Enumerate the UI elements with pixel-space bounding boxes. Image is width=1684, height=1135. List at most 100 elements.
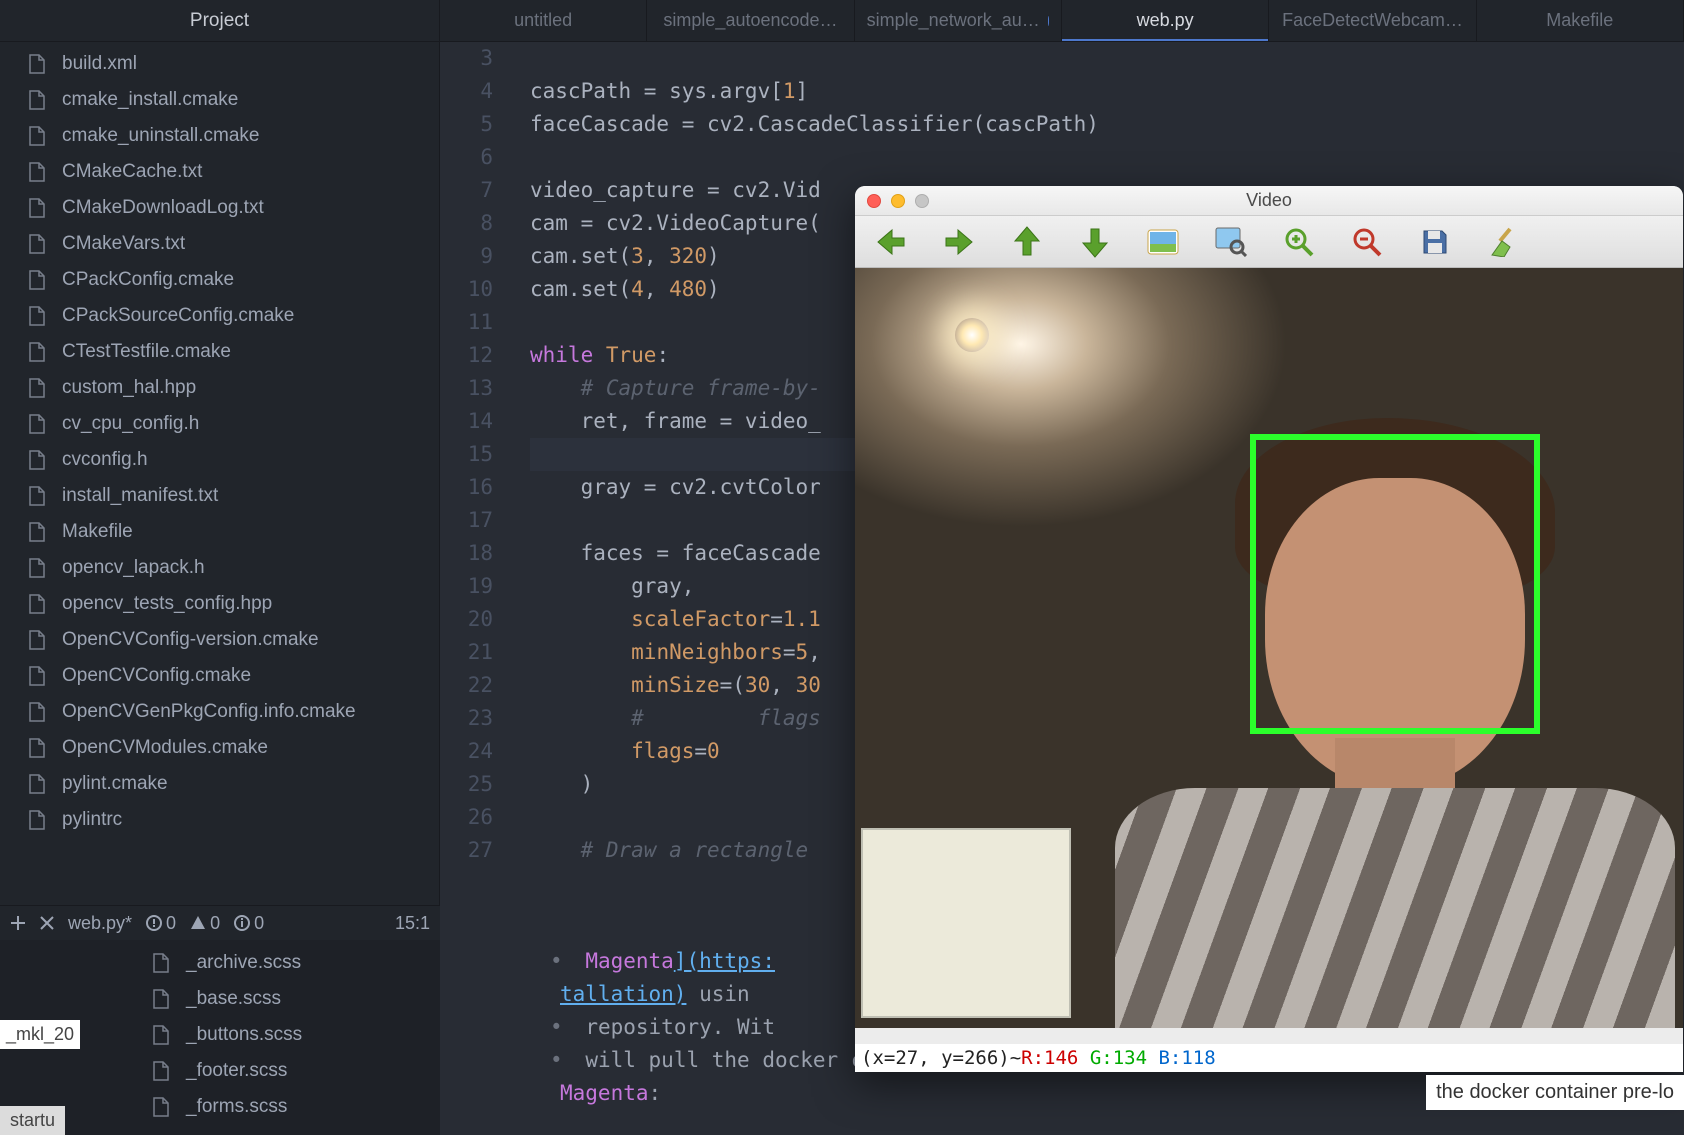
- file-tree-item[interactable]: OpenCVConfig-version.cmake: [0, 622, 439, 658]
- file-tree-item[interactable]: install_manifest.txt: [0, 478, 439, 514]
- file-icon: [26, 630, 48, 650]
- arrow-up-icon[interactable]: [1007, 222, 1047, 262]
- editor-tab[interactable]: FaceDetectWebcam…: [1269, 0, 1476, 41]
- editor-tab[interactable]: untitled: [440, 0, 647, 41]
- file-tree-item[interactable]: Makefile: [0, 514, 439, 550]
- line-number: 26: [440, 801, 493, 834]
- line-number: 16: [440, 471, 493, 504]
- file-tree-item[interactable]: opencv_lapack.h: [0, 550, 439, 586]
- tab-label: Makefile: [1546, 10, 1613, 31]
- line-number: 21: [440, 636, 493, 669]
- warning-count[interactable]: 0: [190, 913, 220, 934]
- file-name: CMakeDownloadLog.txt: [62, 197, 264, 219]
- file-tree-item[interactable]: OpenCVGenPkgConfig.info.cmake: [0, 694, 439, 730]
- new-file-icon[interactable]: [10, 915, 26, 931]
- window-titlebar[interactable]: Video: [855, 186, 1683, 216]
- file-tree-item[interactable]: _base.scss: [130, 981, 450, 1017]
- close-icon[interactable]: [40, 916, 54, 930]
- arrow-left-icon[interactable]: [871, 222, 911, 262]
- arrow-right-icon[interactable]: [939, 222, 979, 262]
- file-icon: [26, 378, 48, 398]
- video-window[interactable]: Video (x=27, y=266) ~ R:146 G:134 B:118: [855, 186, 1683, 1072]
- file-tree-item[interactable]: CMakeCache.txt: [0, 154, 439, 190]
- file-name: install_manifest.txt: [62, 485, 218, 507]
- arrow-down-icon[interactable]: [1075, 222, 1115, 262]
- file-tree-item[interactable]: CMakeDownloadLog.txt: [0, 190, 439, 226]
- file-name: OpenCVConfig.cmake: [62, 665, 251, 687]
- file-tree-item[interactable]: OpenCVConfig.cmake: [0, 658, 439, 694]
- file-icon: [26, 774, 48, 794]
- file-icon: [26, 90, 48, 110]
- file-name: _buttons.scss: [186, 1024, 302, 1046]
- line-number: 25: [440, 768, 493, 801]
- error-count[interactable]: 0: [146, 913, 176, 934]
- file-tree-item[interactable]: pylint.cmake: [0, 766, 439, 802]
- info-count[interactable]: 0: [234, 913, 264, 934]
- file-tree-item[interactable]: cmake_uninstall.cmake: [0, 118, 439, 154]
- video-canvas: [855, 268, 1683, 1028]
- file-icon: [26, 810, 48, 830]
- file-icon: [150, 989, 172, 1009]
- file-tree-item[interactable]: build.xml: [0, 46, 439, 82]
- image-icon[interactable]: [1143, 222, 1183, 262]
- line-number: 5: [440, 108, 493, 141]
- broom-icon[interactable]: [1483, 222, 1523, 262]
- editor-tabs: untitled simple_autoencode… simple_network…: [440, 0, 1684, 42]
- file-tree-item[interactable]: CMakeVars.txt: [0, 226, 439, 262]
- save-icon[interactable]: [1415, 222, 1455, 262]
- line-number: 4: [440, 75, 493, 108]
- file-tree-item[interactable]: cv_cpu_config.h: [0, 406, 439, 442]
- file-icon: [26, 486, 48, 506]
- cursor-position[interactable]: 15:1: [395, 913, 430, 934]
- file-tree-item[interactable]: pylintrc: [0, 802, 439, 838]
- line-gutter: 3456789101112131415161718192021222324252…: [440, 42, 510, 1135]
- zoom-out-icon[interactable]: [1347, 222, 1387, 262]
- file-name: custom_hal.hpp: [62, 377, 196, 399]
- file-name: cv_cpu_config.h: [62, 413, 199, 435]
- file-name: CPackSourceConfig.cmake: [62, 305, 294, 327]
- line-number: 24: [440, 735, 493, 768]
- file-tree-item[interactable]: _footer.scss: [130, 1053, 450, 1089]
- search-image-icon[interactable]: [1211, 222, 1251, 262]
- file-icon: [26, 666, 48, 686]
- line-number: 11: [440, 306, 493, 339]
- tab-label: simple_autoencode…: [663, 10, 837, 31]
- line-number: 23: [440, 702, 493, 735]
- file-tree-item[interactable]: CPackConfig.cmake: [0, 262, 439, 298]
- file-name: pylintrc: [62, 809, 122, 831]
- editor-tab[interactable]: web.py: [1062, 0, 1269, 41]
- ceiling-light: [955, 318, 989, 352]
- editor-tab[interactable]: Makefile: [1477, 0, 1684, 41]
- pixel-g: G:134: [1090, 1047, 1147, 1069]
- line-number: 12: [440, 339, 493, 372]
- zoom-in-icon[interactable]: [1279, 222, 1319, 262]
- laptop-screen: [861, 828, 1071, 1018]
- background-text-startu: startu: [0, 1106, 65, 1135]
- file-icon: [150, 953, 172, 973]
- file-tree-item[interactable]: cmake_install.cmake: [0, 82, 439, 118]
- file-name: OpenCVGenPkgConfig.info.cmake: [62, 701, 356, 723]
- file-icon: [26, 270, 48, 290]
- background-text-mkl: _mkl_20: [0, 1020, 80, 1049]
- file-tree-item[interactable]: OpenCVModules.cmake: [0, 730, 439, 766]
- tab-label: web.py: [1137, 10, 1194, 31]
- file-tree-item[interactable]: _forms.scss: [130, 1089, 450, 1125]
- file-name: CMakeCache.txt: [62, 161, 202, 183]
- file-icon: [26, 342, 48, 362]
- file-tree-item[interactable]: _buttons.scss: [130, 1017, 450, 1053]
- file-tree-item[interactable]: _archive.scss: [130, 945, 450, 981]
- file-icon: [26, 522, 48, 542]
- pixel-coords: (x=27, y=266): [861, 1047, 1010, 1069]
- file-name: cmake_uninstall.cmake: [62, 125, 259, 147]
- editor-tab[interactable]: simple_autoencode…: [647, 0, 854, 41]
- file-tree-item[interactable]: custom_hal.hpp: [0, 370, 439, 406]
- file-tree-item[interactable]: opencv_tests_config.hpp: [0, 586, 439, 622]
- file-name: cmake_install.cmake: [62, 89, 238, 111]
- editor-tab[interactable]: simple_network_au…: [855, 0, 1062, 41]
- pixel-r: R:146: [1021, 1047, 1078, 1069]
- file-tree-item[interactable]: CTestTestfile.cmake: [0, 334, 439, 370]
- status-file[interactable]: web.py*: [68, 913, 132, 934]
- file-tree-item[interactable]: CPackSourceConfig.cmake: [0, 298, 439, 334]
- file-tree-item[interactable]: cvconfig.h: [0, 442, 439, 478]
- pixel-readout: (x=27, y=266) ~ R:146 G:134 B:118: [855, 1044, 1683, 1072]
